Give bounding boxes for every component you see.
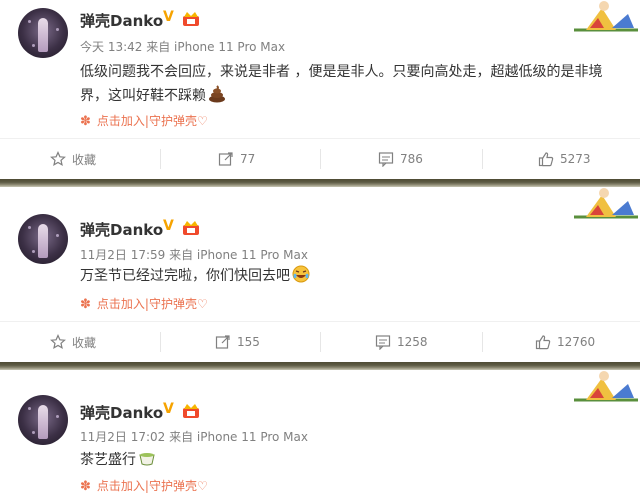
post-text-body: 低级问题我不会回应，来说是非者 ，便是是非人。只要向高处走，超越低级的是非境界，… bbox=[80, 64, 603, 104]
star-icon bbox=[50, 334, 66, 349]
star-icon bbox=[50, 151, 66, 166]
repost-button[interactable]: 77 bbox=[218, 139, 255, 179]
post-text-body: 万圣节已经过完啦，你们快回去吧 bbox=[80, 268, 290, 284]
avatar[interactable] bbox=[18, 395, 68, 445]
action-bar: 收藏 155 1258 12760 bbox=[0, 321, 640, 362]
post-meta: 11月2日 17:02 来自 iPhone 11 Pro Max bbox=[80, 430, 308, 444]
post-text-body: 茶艺盛行 bbox=[80, 452, 136, 468]
fan-join-link[interactable]: ✽ 点击加入|守护弹壳♡ bbox=[80, 295, 208, 312]
comment-icon bbox=[378, 152, 394, 167]
crown-icon bbox=[183, 12, 199, 26]
fan-join-link[interactable]: ✽ 点击加入|守护弹壳♡ bbox=[80, 477, 208, 494]
decoration-sticker-icon bbox=[574, 1, 638, 32]
post-card: 弹壳Danko V 11月2日 17:02 来自 iPhone 11 Pro M… bbox=[0, 370, 640, 494]
avatar[interactable] bbox=[18, 8, 68, 58]
verified-icon: V bbox=[163, 218, 174, 234]
post-meta: 今天 13:42 来自 iPhone 11 Pro Max bbox=[80, 40, 286, 54]
post-text: 低级问题我不会回应，来说是非者 ，便是是非人。只要向高处走，超越低级的是非境界，… bbox=[80, 60, 625, 111]
username[interactable]: 弹壳Danko bbox=[80, 10, 163, 31]
post-separator bbox=[0, 362, 640, 370]
tea-emoji bbox=[138, 449, 156, 475]
repost-icon bbox=[215, 335, 230, 349]
post-text: 万圣节已经过完啦，你们快回去吧 bbox=[80, 264, 625, 291]
post-card: 弹壳Danko V 今天 13:42 来自 iPhone 11 Pro Max … bbox=[0, 0, 640, 180]
comment-button[interactable]: 1258 bbox=[375, 322, 428, 362]
favorite-button[interactable]: 收藏 bbox=[50, 322, 96, 362]
repost-button[interactable]: 155 bbox=[215, 322, 260, 362]
action-bar: 收藏 77 786 5273 bbox=[0, 138, 640, 179]
post-card: 弹壳Danko V 11月2日 17:59 来自 iPhone 11 Pro M… bbox=[0, 187, 640, 362]
post-separator bbox=[0, 179, 640, 187]
thumbs-up-icon bbox=[535, 335, 551, 350]
username[interactable]: 弹壳Danko bbox=[80, 219, 163, 240]
decoration-sticker-icon bbox=[574, 371, 638, 402]
verified-icon: V bbox=[163, 401, 174, 417]
repost-icon bbox=[218, 152, 233, 166]
crown-icon bbox=[183, 404, 199, 418]
favorite-button[interactable]: 收藏 bbox=[50, 139, 96, 179]
like-button[interactable]: 12760 bbox=[535, 322, 595, 362]
flower-icon: ✽ bbox=[80, 297, 91, 312]
comment-icon bbox=[375, 335, 391, 350]
like-button[interactable]: 5273 bbox=[538, 139, 591, 179]
username[interactable]: 弹壳Danko bbox=[80, 402, 163, 423]
post-text: 茶艺盛行 bbox=[80, 448, 625, 475]
thumbs-up-icon bbox=[538, 152, 554, 167]
comment-button[interactable]: 786 bbox=[378, 139, 423, 179]
flower-icon: ✽ bbox=[80, 114, 91, 129]
crown-icon bbox=[183, 221, 199, 235]
laugh-cry-emoji bbox=[292, 265, 310, 291]
verified-icon: V bbox=[163, 9, 174, 25]
flower-icon: ✽ bbox=[80, 479, 91, 494]
fan-join-link[interactable]: ✽ 点击加入|守护弹壳♡ bbox=[80, 112, 208, 129]
avatar[interactable] bbox=[18, 214, 68, 264]
post-meta: 11月2日 17:59 来自 iPhone 11 Pro Max bbox=[80, 248, 308, 262]
poop-emoji bbox=[208, 85, 226, 111]
decoration-sticker-icon bbox=[574, 188, 638, 219]
